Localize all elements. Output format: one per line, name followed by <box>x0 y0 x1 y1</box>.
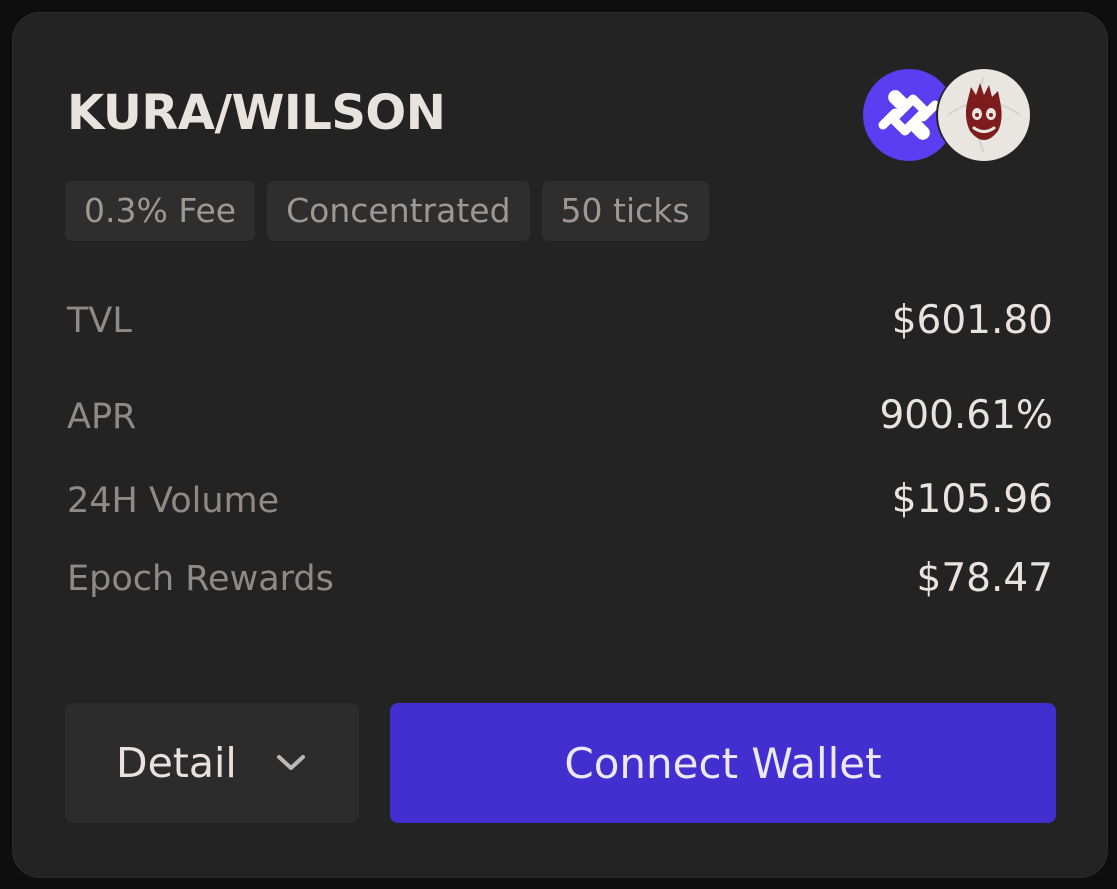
fee-tag: 0.3% Fee <box>65 181 256 241</box>
tvl-value: $601.80 <box>891 298 1053 343</box>
connect-wallet-button[interactable]: Connect Wallet <box>390 703 1056 823</box>
chevron-down-icon <box>275 753 307 773</box>
apr-label: APR <box>67 397 137 437</box>
tvl-label: TVL <box>67 301 132 341</box>
epoch-rewards-label: Epoch Rewards <box>67 559 334 599</box>
volume-24h-label: 24H Volume <box>67 481 280 521</box>
detail-dropdown-button[interactable]: Detail <box>65 703 359 823</box>
token-pair-icons <box>863 69 1033 163</box>
pool-tags: 0.3% Fee Concentrated 50 ticks <box>65 181 709 241</box>
connect-wallet-label: Connect Wallet <box>564 738 882 788</box>
volume-24h-value: $105.96 <box>891 477 1053 522</box>
detail-label: Detail <box>116 739 237 787</box>
wilson-token-icon <box>938 69 1030 161</box>
apr-value: 900.61% <box>879 393 1053 438</box>
pool-card: KURA/WILSON 0.3% Fee Concentrated 50 tic… <box>12 12 1108 878</box>
pool-title: KURA/WILSON <box>67 85 446 141</box>
ticks-tag: 50 ticks <box>541 181 709 241</box>
epoch-rewards-value: $78.47 <box>916 556 1053 601</box>
pool-type-tag: Concentrated <box>267 181 530 241</box>
